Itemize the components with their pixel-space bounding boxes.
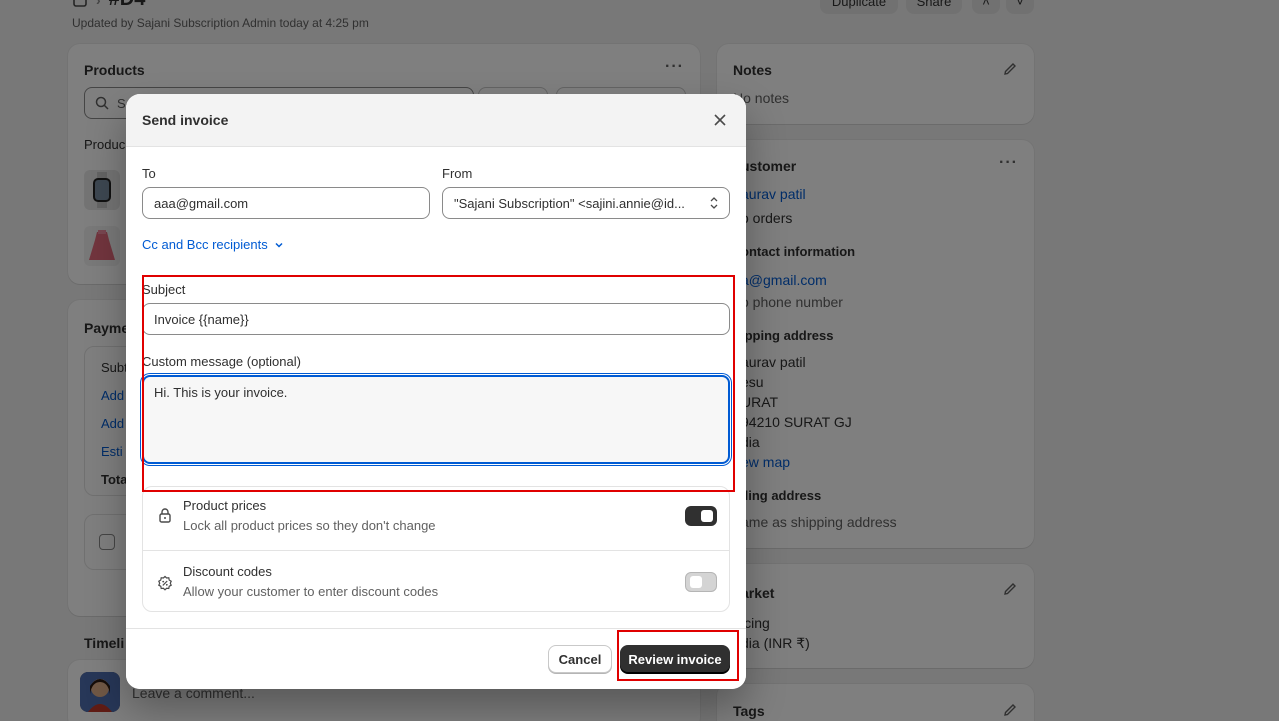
message-label: Custom message (optional) <box>142 354 301 369</box>
send-invoice-modal: Send invoice To aaa@gmail.com From "Saja… <box>126 94 746 689</box>
close-icon[interactable] <box>710 110 730 130</box>
cc-bcc-label: Cc and Bcc recipients <box>142 237 268 252</box>
invoice-options: Product prices Lock all product prices s… <box>142 486 730 612</box>
product-prices-option: Product prices Lock all product prices s… <box>143 487 729 550</box>
select-chevron-icon <box>710 197 718 209</box>
lock-icon <box>159 508 171 523</box>
chevron-down-icon <box>275 242 283 248</box>
from-select[interactable]: "Sajani Subscription" <sajini.annie@id..… <box>442 187 730 219</box>
modal-title: Send invoice <box>142 112 229 128</box>
discount-icon <box>158 575 172 591</box>
custom-message-textarea[interactable]: Hi. This is your invoice. <box>142 375 730 464</box>
option-description: Allow your customer to enter discount co… <box>183 584 439 599</box>
cc-bcc-toggle[interactable]: Cc and Bcc recipients <box>142 237 284 252</box>
cancel-button[interactable]: Cancel <box>548 645 612 673</box>
subject-label: Subject <box>142 282 186 297</box>
from-selected-value: "Sajani Subscription" <sajini.annie@id..… <box>454 195 685 211</box>
modal-footer: Cancel Review invoice <box>126 628 746 689</box>
modal-header: Send invoice <box>126 94 746 147</box>
product-prices-toggle[interactable] <box>685 506 717 526</box>
from-label: From <box>442 166 473 181</box>
discount-codes-option: Discount codes Allow your customer to en… <box>143 550 729 613</box>
option-title: Product prices <box>183 498 267 513</box>
review-invoice-button[interactable]: Review invoice <box>620 645 730 673</box>
to-label: To <box>142 166 156 181</box>
to-field[interactable]: aaa@gmail.com <box>142 187 430 219</box>
option-description: Lock all product prices so they don't ch… <box>183 518 436 533</box>
subject-field[interactable]: Invoice {{name}} <box>142 303 730 335</box>
discount-codes-toggle[interactable] <box>685 572 717 592</box>
option-title: Discount codes <box>183 564 272 579</box>
